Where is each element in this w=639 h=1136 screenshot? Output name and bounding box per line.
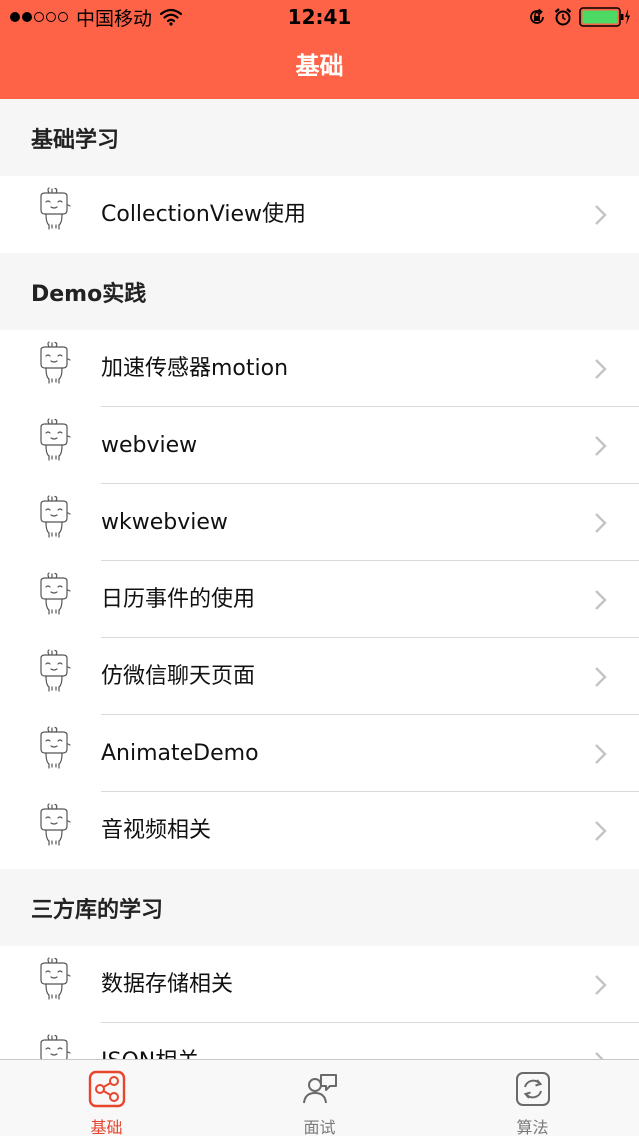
navigation-header: 中国移动 12:41 基础 — [0, 0, 639, 99]
list-item[interactable]: 音视频相关 — [0, 792, 639, 869]
cartoon-avatar-icon — [40, 187, 71, 230]
list-item[interactable]: JSON相关 — [0, 1023, 639, 1059]
list-item[interactable]: 加速传感器motion — [0, 330, 639, 407]
list-item[interactable]: 仿微信聊天页面 — [0, 638, 639, 715]
section-header: 基础学习 — [0, 99, 639, 176]
list-item-label: 数据存储相关 — [101, 972, 234, 997]
cartoon-avatar-icon — [40, 572, 71, 615]
list-item-label: 日历事件的使用 — [101, 587, 256, 612]
list-item-label: webview — [101, 433, 198, 458]
list-item-label: CollectionView使用 — [101, 202, 307, 227]
list-item-label: 音视频相关 — [101, 818, 212, 843]
chevron-right-icon — [595, 359, 607, 379]
status-right — [527, 4, 631, 30]
section-header: 三方库的学习 — [0, 869, 639, 946]
list-item-label: JSON相关 — [101, 1023, 199, 1059]
chevron-right-icon — [595, 667, 607, 687]
list-item-label: wkwebview — [101, 510, 228, 535]
cartoon-avatar-icon — [40, 649, 71, 692]
list-item-label: 加速传感器motion — [101, 356, 289, 381]
cartoon-avatar-icon — [40, 803, 71, 846]
alarm-icon — [554, 8, 572, 26]
chevron-right-icon — [595, 590, 607, 610]
chevron-right-icon — [595, 513, 607, 533]
page-title: 基础 — [295, 52, 344, 80]
cartoon-avatar-icon — [40, 495, 71, 538]
cartoon-avatar-icon — [40, 341, 71, 384]
cartoon-avatar-icon — [40, 418, 71, 461]
chevron-right-icon — [595, 205, 607, 225]
cartoon-avatar-icon — [40, 957, 71, 1000]
list-item[interactable]: 日历事件的使用 — [0, 561, 639, 638]
battery-icon — [579, 7, 630, 27]
chevron-right-icon — [595, 436, 607, 456]
list-item[interactable]: 数据存储相关 — [0, 946, 639, 1023]
status-bar: 中国移动 12:41 — [0, 0, 639, 34]
table-list[interactable]: 基础学习 CollectionView使用 Demo实践 加速传感器motion… — [0, 99, 639, 1059]
list-item-label: AnimateDemo — [101, 741, 259, 766]
tab-bar: 基础 面试 算法 — [0, 1059, 639, 1136]
interview-chat-icon — [302, 1074, 337, 1104]
chevron-right-icon — [595, 1052, 604, 1059]
chevron-right-icon — [595, 744, 607, 764]
list-item[interactable]: CollectionView使用 — [0, 176, 639, 253]
chevron-right-icon — [595, 821, 607, 841]
list-item-label: 仿微信聊天页面 — [101, 664, 256, 689]
tab-label: 基础 — [90, 1118, 123, 1136]
list-item[interactable]: wkwebview — [0, 484, 639, 561]
list-item[interactable]: webview — [0, 407, 639, 484]
list-item[interactable]: AnimateDemo — [0, 715, 639, 792]
screen: 中国移动 12:41 基础 基础学习 CollectionView使用 Demo… — [0, 0, 639, 1136]
section-header: Demo实践 — [0, 253, 639, 330]
refresh-box-icon — [515, 1072, 550, 1106]
tab-interview[interactable]: 面试 — [213, 1060, 426, 1136]
tab-label: 算法 — [516, 1118, 549, 1136]
tab-label: 面试 — [303, 1118, 336, 1136]
tab-algorithm[interactable]: 算法 — [426, 1060, 639, 1136]
rotation-lock-icon — [530, 8, 544, 24]
tab-basics[interactable]: 基础 — [0, 1060, 213, 1136]
cartoon-avatar-icon — [40, 1034, 71, 1059]
share-nodes-icon — [88, 1070, 125, 1108]
chevron-right-icon — [595, 975, 607, 995]
cartoon-avatar-icon — [40, 726, 71, 769]
